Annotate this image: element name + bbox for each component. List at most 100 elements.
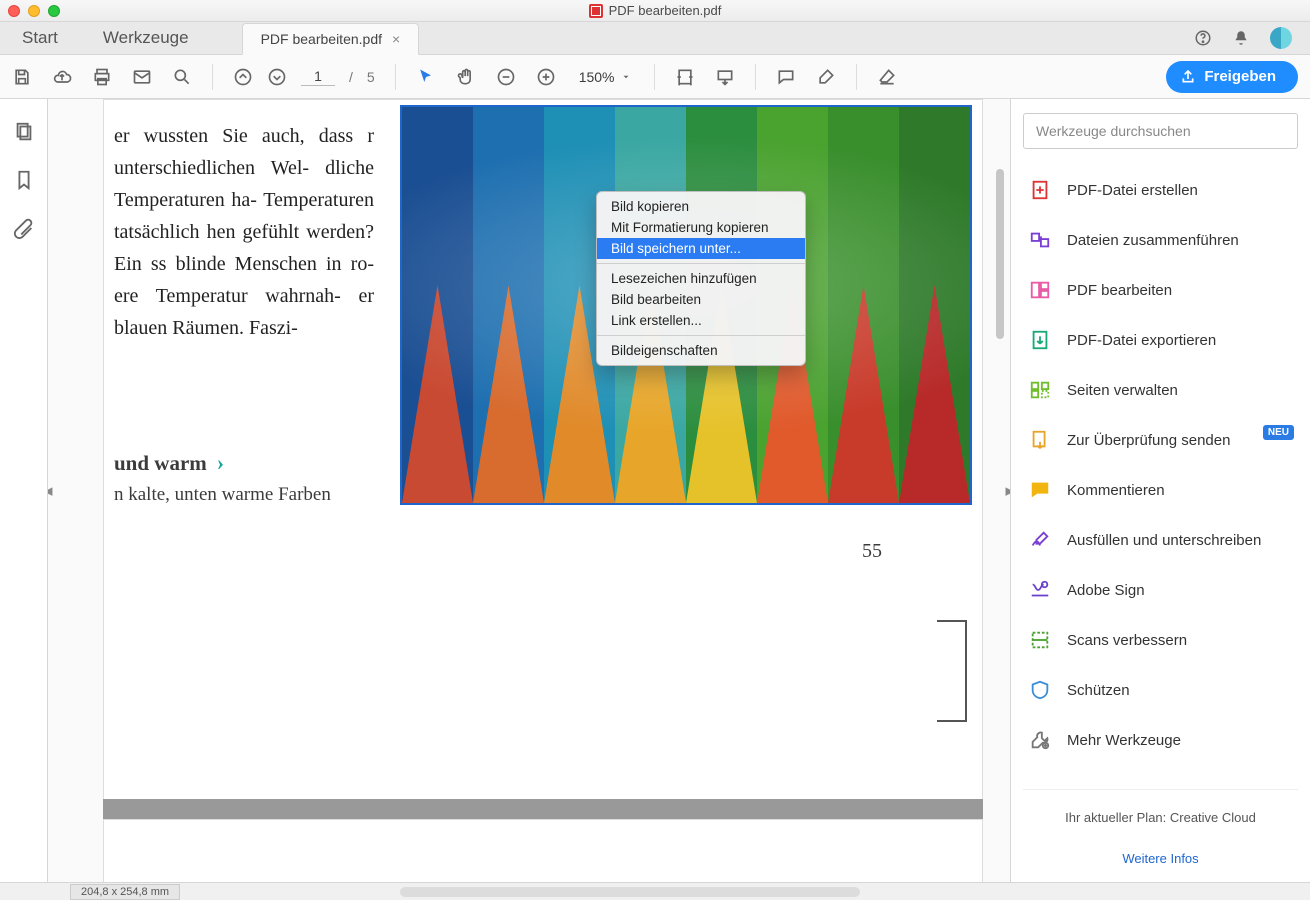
send-review-icon [1029,429,1051,451]
page-dimensions: 204,8 x 254,8 mm [70,884,180,900]
fit-page-icon[interactable] [715,67,735,87]
vertical-scrollbar[interactable] [996,169,1004,339]
tool-combine[interactable]: Dateien zusammenführen [1023,217,1298,263]
crop-mark [937,620,967,622]
zoom-value: 150% [579,69,615,85]
tab-document[interactable]: PDF bearbeiten.pdf × [242,23,420,55]
ctx-save-image-as[interactable]: Bild speichern unter... [597,238,805,259]
ctx-copy-with-formatting[interactable]: Mit Formatierung kopieren [597,217,805,238]
horizontal-scrollbar[interactable] [400,887,860,897]
tool-create-pdf[interactable]: PDF-Datei erstellen [1023,167,1298,213]
protect-icon [1029,679,1051,701]
more-info-link[interactable]: Weitere Infos [1023,829,1298,872]
thumbnails-icon[interactable] [13,121,35,143]
hand-tool-icon[interactable] [456,67,476,87]
attachments-icon[interactable] [13,217,35,239]
caption-text: n kalte, unten warme Farben [114,484,331,506]
fullscreen-window-icon[interactable] [48,5,60,17]
share-button[interactable]: Freigeben [1166,61,1298,93]
close-tab-icon[interactable]: × [392,31,400,47]
ctx-edit-image[interactable]: Bild bearbeiten [597,289,805,310]
badge-new: NEU [1263,425,1294,440]
tab-document-label: PDF bearbeiten.pdf [261,31,382,47]
collapse-right-pane-icon[interactable]: ▶ [1004,478,1010,503]
enhance-scan-icon [1029,629,1051,651]
page-sep: / [349,69,353,85]
tool-send-review[interactable]: Zur Überprüfung senden NEU [1023,417,1298,463]
tool-label: Dateien zusammenführen [1067,232,1239,249]
document-viewport[interactable]: ◀ er wussten Sie auch, dass r unterschie… [48,99,1010,882]
tool-fill-sign[interactable]: Ausfüllen und unterschreiben [1023,517,1298,563]
tool-label: PDF bearbeiten [1067,282,1172,299]
window-title-text: PDF bearbeiten.pdf [609,3,722,18]
image-context-menu: Bild kopieren Mit Formatierung kopieren … [596,191,806,366]
tool-adobe-sign[interactable]: Adobe Sign [1023,567,1298,613]
combine-files-icon [1029,229,1051,251]
fit-width-icon[interactable] [675,67,695,87]
plan-info: Ihr aktueller Plan: Creative Cloud [1023,789,1298,825]
ctx-image-properties[interactable]: Bildeigenschaften [597,340,805,361]
chevron-down-icon [621,67,631,87]
minimize-window-icon[interactable] [28,5,40,17]
pdf-page: er wussten Sie auch, dass r unterschiedl… [103,99,983,819]
tool-edit-pdf[interactable]: PDF bearbeiten [1023,267,1298,313]
export-pdf-icon [1029,329,1051,351]
page-number: 55 [862,540,882,563]
pointer-tool-icon[interactable] [416,67,436,87]
search-tools-placeholder: Werkzeuge durchsuchen [1036,123,1191,139]
share-button-label: Freigeben [1204,68,1276,85]
crop-mark [965,620,967,720]
email-icon[interactable] [132,67,152,87]
tool-label: Ausfüllen und unterschreiben [1067,532,1261,549]
bookmarks-icon[interactable] [13,169,35,191]
tool-label: Zur Überprüfung senden [1067,432,1230,449]
section-heading: und warm [114,451,207,476]
body-text: er wussten Sie auch, dass r unterschiedl… [104,120,374,344]
tool-enhance-scan[interactable]: Scans verbessern [1023,617,1298,663]
window-controls[interactable] [8,5,60,17]
ctx-copy-image[interactable]: Bild kopieren [597,196,805,217]
search-icon[interactable] [172,67,192,87]
eraser-icon[interactable] [877,67,897,87]
page-total: 5 [367,69,375,85]
edit-pdf-icon [1029,279,1051,301]
pdf-next-page [103,819,983,882]
chevron-right-icon: › [217,450,224,476]
adobe-sign-icon [1029,579,1051,601]
ctx-create-link[interactable]: Link erstellen... [597,310,805,331]
left-rail [0,99,48,882]
pdf-app-icon [589,4,603,18]
cloud-upload-icon[interactable] [52,67,72,87]
more-tools-icon [1029,729,1051,751]
tool-more-tools[interactable]: Mehr Werkzeuge [1023,717,1298,763]
page-up-icon[interactable] [233,67,253,87]
tool-label: PDF-Datei exportieren [1067,332,1216,349]
page-number-input[interactable] [301,67,335,86]
print-icon[interactable] [92,67,112,87]
tab-tools[interactable]: Werkzeuge [81,22,212,54]
tool-label: Scans verbessern [1067,632,1187,649]
search-tools-input[interactable]: Werkzeuge durchsuchen [1023,113,1298,149]
help-icon[interactable] [1194,29,1212,47]
window-title: PDF bearbeiten.pdf [0,0,1310,22]
account-avatar[interactable] [1270,27,1292,49]
zoom-in-icon[interactable] [536,67,556,87]
ctx-add-bookmark[interactable]: Lesezeichen hinzufügen [597,268,805,289]
close-window-icon[interactable] [8,5,20,17]
tool-export[interactable]: PDF-Datei exportieren [1023,317,1298,363]
notifications-icon[interactable] [1232,29,1250,47]
comment-icon[interactable] [776,67,796,87]
tool-label: Adobe Sign [1067,582,1145,599]
highlight-icon[interactable] [816,67,836,87]
tool-pages[interactable]: Seiten verwalten [1023,367,1298,413]
page-down-icon[interactable] [267,67,287,87]
zoom-out-icon[interactable] [496,67,516,87]
collapse-left-rail-icon[interactable]: ◀ [48,478,54,503]
tool-protect[interactable]: Schützen [1023,667,1298,713]
tool-label: Seiten verwalten [1067,382,1178,399]
save-icon[interactable] [12,67,32,87]
tab-start[interactable]: Start [0,22,81,54]
create-pdf-icon [1029,179,1051,201]
tool-comment[interactable]: Kommentieren [1023,467,1298,513]
zoom-select[interactable]: 150% [576,64,634,90]
